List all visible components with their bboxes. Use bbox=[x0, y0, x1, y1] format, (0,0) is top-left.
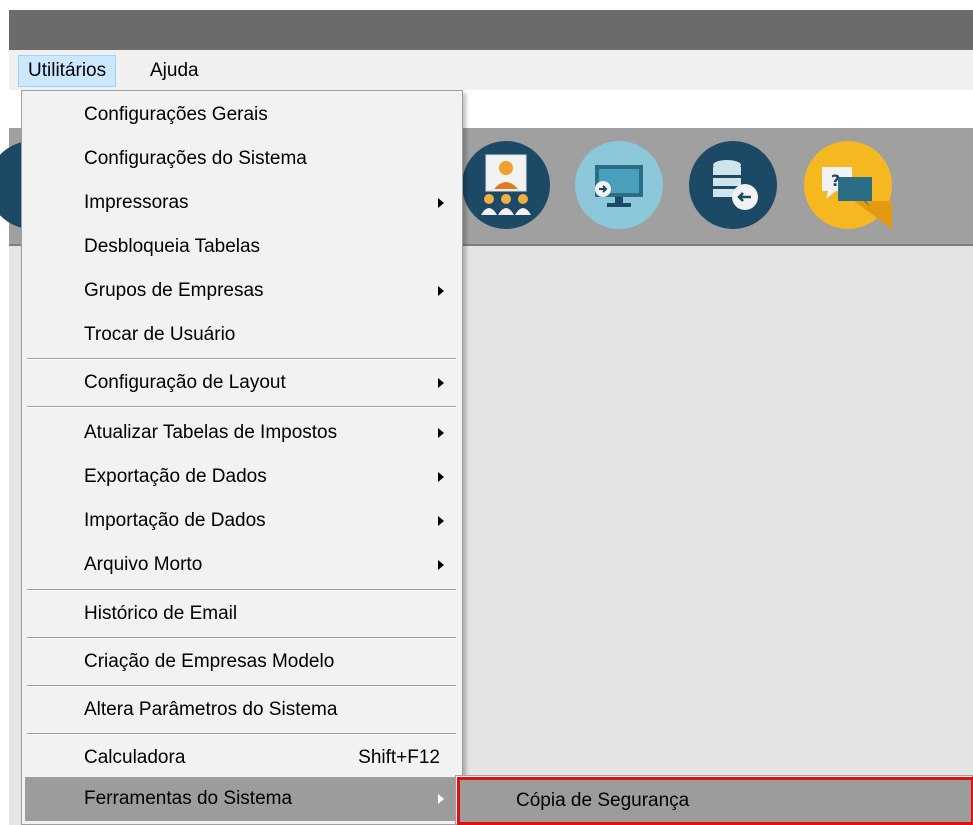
menu-item-altera-parametros[interactable]: Altera Parâmetros do Sistema bbox=[25, 688, 458, 732]
menu-separator bbox=[27, 733, 456, 735]
ferramentas-submenu: Cópia de Segurança bbox=[455, 775, 973, 825]
submenu-arrow-icon bbox=[438, 286, 444, 296]
menu-item-configuracoes-gerais[interactable]: Configurações Gerais bbox=[25, 93, 458, 137]
menu-separator bbox=[27, 685, 456, 687]
menu-bar: Utilitários Ajuda bbox=[9, 50, 973, 90]
menu-item-label: Desbloqueia Tabelas bbox=[84, 236, 261, 257]
menu-item-label: Ferramentas do Sistema bbox=[84, 788, 293, 809]
utilitarios-dropdown-menu: Configurações Gerais Configurações do Si… bbox=[21, 90, 463, 825]
menu-item-configuracoes-sistema[interactable]: Configurações do Sistema bbox=[25, 137, 458, 181]
menu-item-label: Cópia de Segurança bbox=[516, 790, 690, 811]
menu-item-label: Configuração de Layout bbox=[84, 372, 286, 393]
submenu-arrow-icon bbox=[438, 472, 444, 482]
menu-item-configuracao-layout[interactable]: Configuração de Layout bbox=[25, 361, 458, 405]
menu-item-label: Importação de Dados bbox=[84, 510, 266, 531]
menu-item-calculadora[interactable]: Calculadora Shift+F12 bbox=[25, 736, 458, 780]
menu-item-label: Histórico de Email bbox=[84, 603, 238, 624]
database-back-icon[interactable] bbox=[689, 141, 777, 229]
menu-item-exportacao-dados[interactable]: Exportação de Dados bbox=[25, 455, 458, 499]
submenu-arrow-icon bbox=[438, 428, 444, 438]
menu-item-label: Grupos de Empresas bbox=[84, 280, 264, 301]
menu-separator bbox=[27, 358, 456, 360]
menu-item-criacao-empresas-modelo[interactable]: Criação de Empresas Modelo bbox=[25, 640, 458, 684]
meeting-users-icon[interactable] bbox=[462, 141, 550, 229]
submenu-arrow-icon bbox=[438, 198, 444, 208]
submenu-arrow-icon bbox=[438, 560, 444, 570]
shortcut-label: Shift+F12 bbox=[358, 747, 440, 768]
menu-item-arquivo-morto[interactable]: Arquivo Morto bbox=[25, 543, 458, 587]
menu-item-desbloqueia-tabelas[interactable]: Desbloqueia Tabelas bbox=[25, 225, 458, 269]
menu-item-label: Atualizar Tabelas de Impostos bbox=[84, 422, 338, 443]
menu-item-copia-seguranca[interactable]: Cópia de Segurança bbox=[457, 777, 973, 825]
menu-item-label: Altera Parâmetros do Sistema bbox=[84, 699, 338, 720]
menu-item-label: Impressoras bbox=[84, 192, 189, 213]
menu-item-label: Criação de Empresas Modelo bbox=[84, 651, 335, 672]
menu-item-ferramentas-sistema[interactable]: Ferramentas do Sistema bbox=[25, 777, 458, 821]
menu-item-label: Configurações Gerais bbox=[84, 104, 268, 125]
title-bar bbox=[9, 10, 973, 50]
menu-item-label: Exportação de Dados bbox=[84, 466, 267, 487]
menu-utilitarios[interactable]: Utilitários bbox=[18, 55, 117, 87]
menu-item-grupos-empresas[interactable]: Grupos de Empresas bbox=[25, 269, 458, 313]
menu-item-trocar-usuario[interactable]: Trocar de Usuário bbox=[25, 313, 458, 357]
submenu-arrow-icon bbox=[438, 516, 444, 526]
help-chat-icon[interactable]: ? bbox=[804, 141, 892, 229]
submenu-arrow-icon bbox=[438, 378, 444, 388]
menu-item-label: Trocar de Usuário bbox=[84, 324, 236, 345]
menu-separator bbox=[27, 406, 456, 408]
svg-text:?: ? bbox=[831, 171, 840, 190]
menu-item-label: Arquivo Morto bbox=[84, 554, 203, 575]
monitor-export-icon[interactable] bbox=[575, 141, 663, 229]
menu-separator bbox=[27, 589, 456, 591]
submenu-arrow-icon bbox=[438, 794, 444, 804]
menu-ajuda[interactable]: Ajuda bbox=[141, 55, 208, 87]
menu-item-label: Configurações do Sistema bbox=[84, 148, 307, 169]
menu-item-importacao-dados[interactable]: Importação de Dados bbox=[25, 499, 458, 543]
menu-item-historico-email[interactable]: Histórico de Email bbox=[25, 592, 458, 636]
menu-item-impressoras[interactable]: Impressoras bbox=[25, 181, 458, 225]
menu-separator bbox=[27, 637, 456, 639]
menu-item-label: Calculadora bbox=[84, 747, 186, 768]
menu-item-atualizar-tabelas-impostos[interactable]: Atualizar Tabelas de Impostos bbox=[25, 411, 458, 455]
